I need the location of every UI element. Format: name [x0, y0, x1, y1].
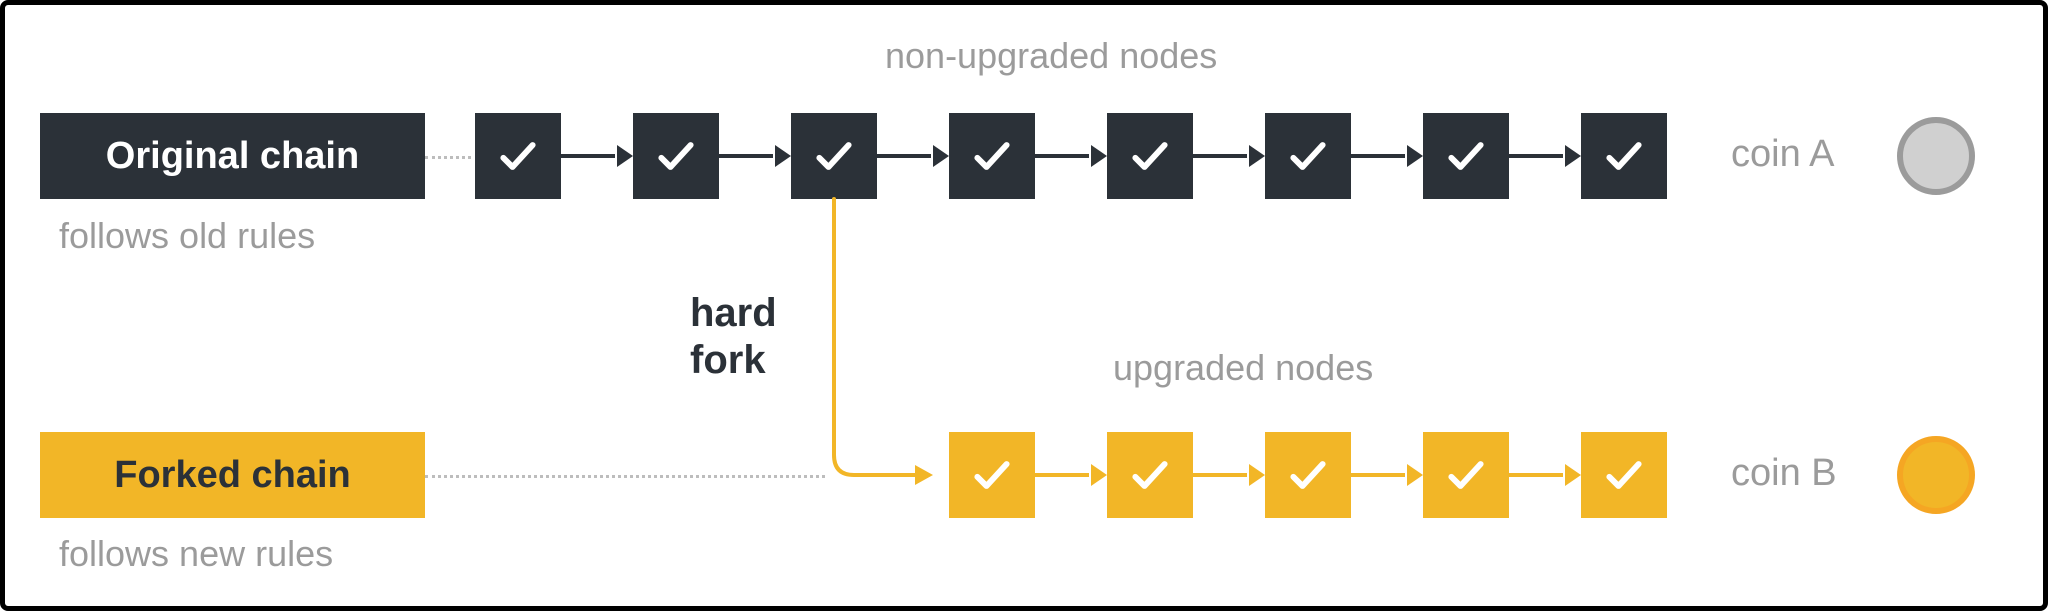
chain-arrow: [719, 141, 791, 171]
non-upgraded-label: non-upgraded nodes: [885, 35, 1217, 77]
forked-chain-title: Forked chain: [40, 432, 425, 518]
forked-block: [1265, 432, 1351, 518]
chain-arrow: [1509, 141, 1581, 171]
chain-arrow: [1193, 460, 1265, 490]
chain-arrow: [877, 141, 949, 171]
coin-b-label: coin B: [1731, 452, 1837, 495]
coin-b-circle-icon: [1897, 436, 1975, 514]
forked-block: [1581, 432, 1667, 518]
coin-a-label: coin A: [1731, 133, 1835, 176]
check-icon: [1128, 453, 1172, 497]
hard-fork-l1: hard: [690, 291, 777, 335]
check-icon: [812, 134, 856, 178]
forked-chain-subtitle: follows new rules: [59, 533, 333, 575]
upgraded-label: upgraded nodes: [1113, 347, 1373, 389]
check-icon: [970, 453, 1014, 497]
check-icon: [970, 134, 1014, 178]
original-block: [1107, 113, 1193, 199]
dotted-connector-forked: [425, 475, 825, 478]
original-chain-title: Original chain: [40, 113, 425, 199]
check-icon: [1444, 134, 1488, 178]
original-block: [1423, 113, 1509, 199]
chain-arrow: [1351, 141, 1423, 171]
hard-fork-diagram: non-upgraded nodes Original chain follow…: [0, 0, 2048, 611]
check-icon: [1602, 134, 1646, 178]
check-icon: [1286, 134, 1330, 178]
original-block: [791, 113, 877, 199]
original-block: [475, 113, 561, 199]
hard-fork-label: hard fork: [690, 290, 777, 384]
original-block: [1581, 113, 1667, 199]
chain-arrow: [1351, 460, 1423, 490]
forked-block: [949, 432, 1035, 518]
check-icon: [1602, 453, 1646, 497]
forked-block: [1423, 432, 1509, 518]
coin-a-circle-icon: [1897, 117, 1975, 195]
original-block: [633, 113, 719, 199]
original-chain-subtitle: follows old rules: [59, 215, 315, 257]
chain-arrow: [1035, 460, 1107, 490]
hard-fork-l2: fork: [690, 338, 766, 382]
check-icon: [1286, 453, 1330, 497]
fork-connector: [5, 5, 2048, 616]
check-icon: [1444, 453, 1488, 497]
check-icon: [654, 134, 698, 178]
chain-arrow: [1035, 141, 1107, 171]
chain-arrow: [561, 141, 633, 171]
dotted-connector-original: [425, 156, 471, 159]
check-icon: [1128, 134, 1172, 178]
original-block: [949, 113, 1035, 199]
check-icon: [496, 134, 540, 178]
original-block: [1265, 113, 1351, 199]
chain-arrow: [1509, 460, 1581, 490]
forked-block: [1107, 432, 1193, 518]
chain-arrow: [1193, 141, 1265, 171]
